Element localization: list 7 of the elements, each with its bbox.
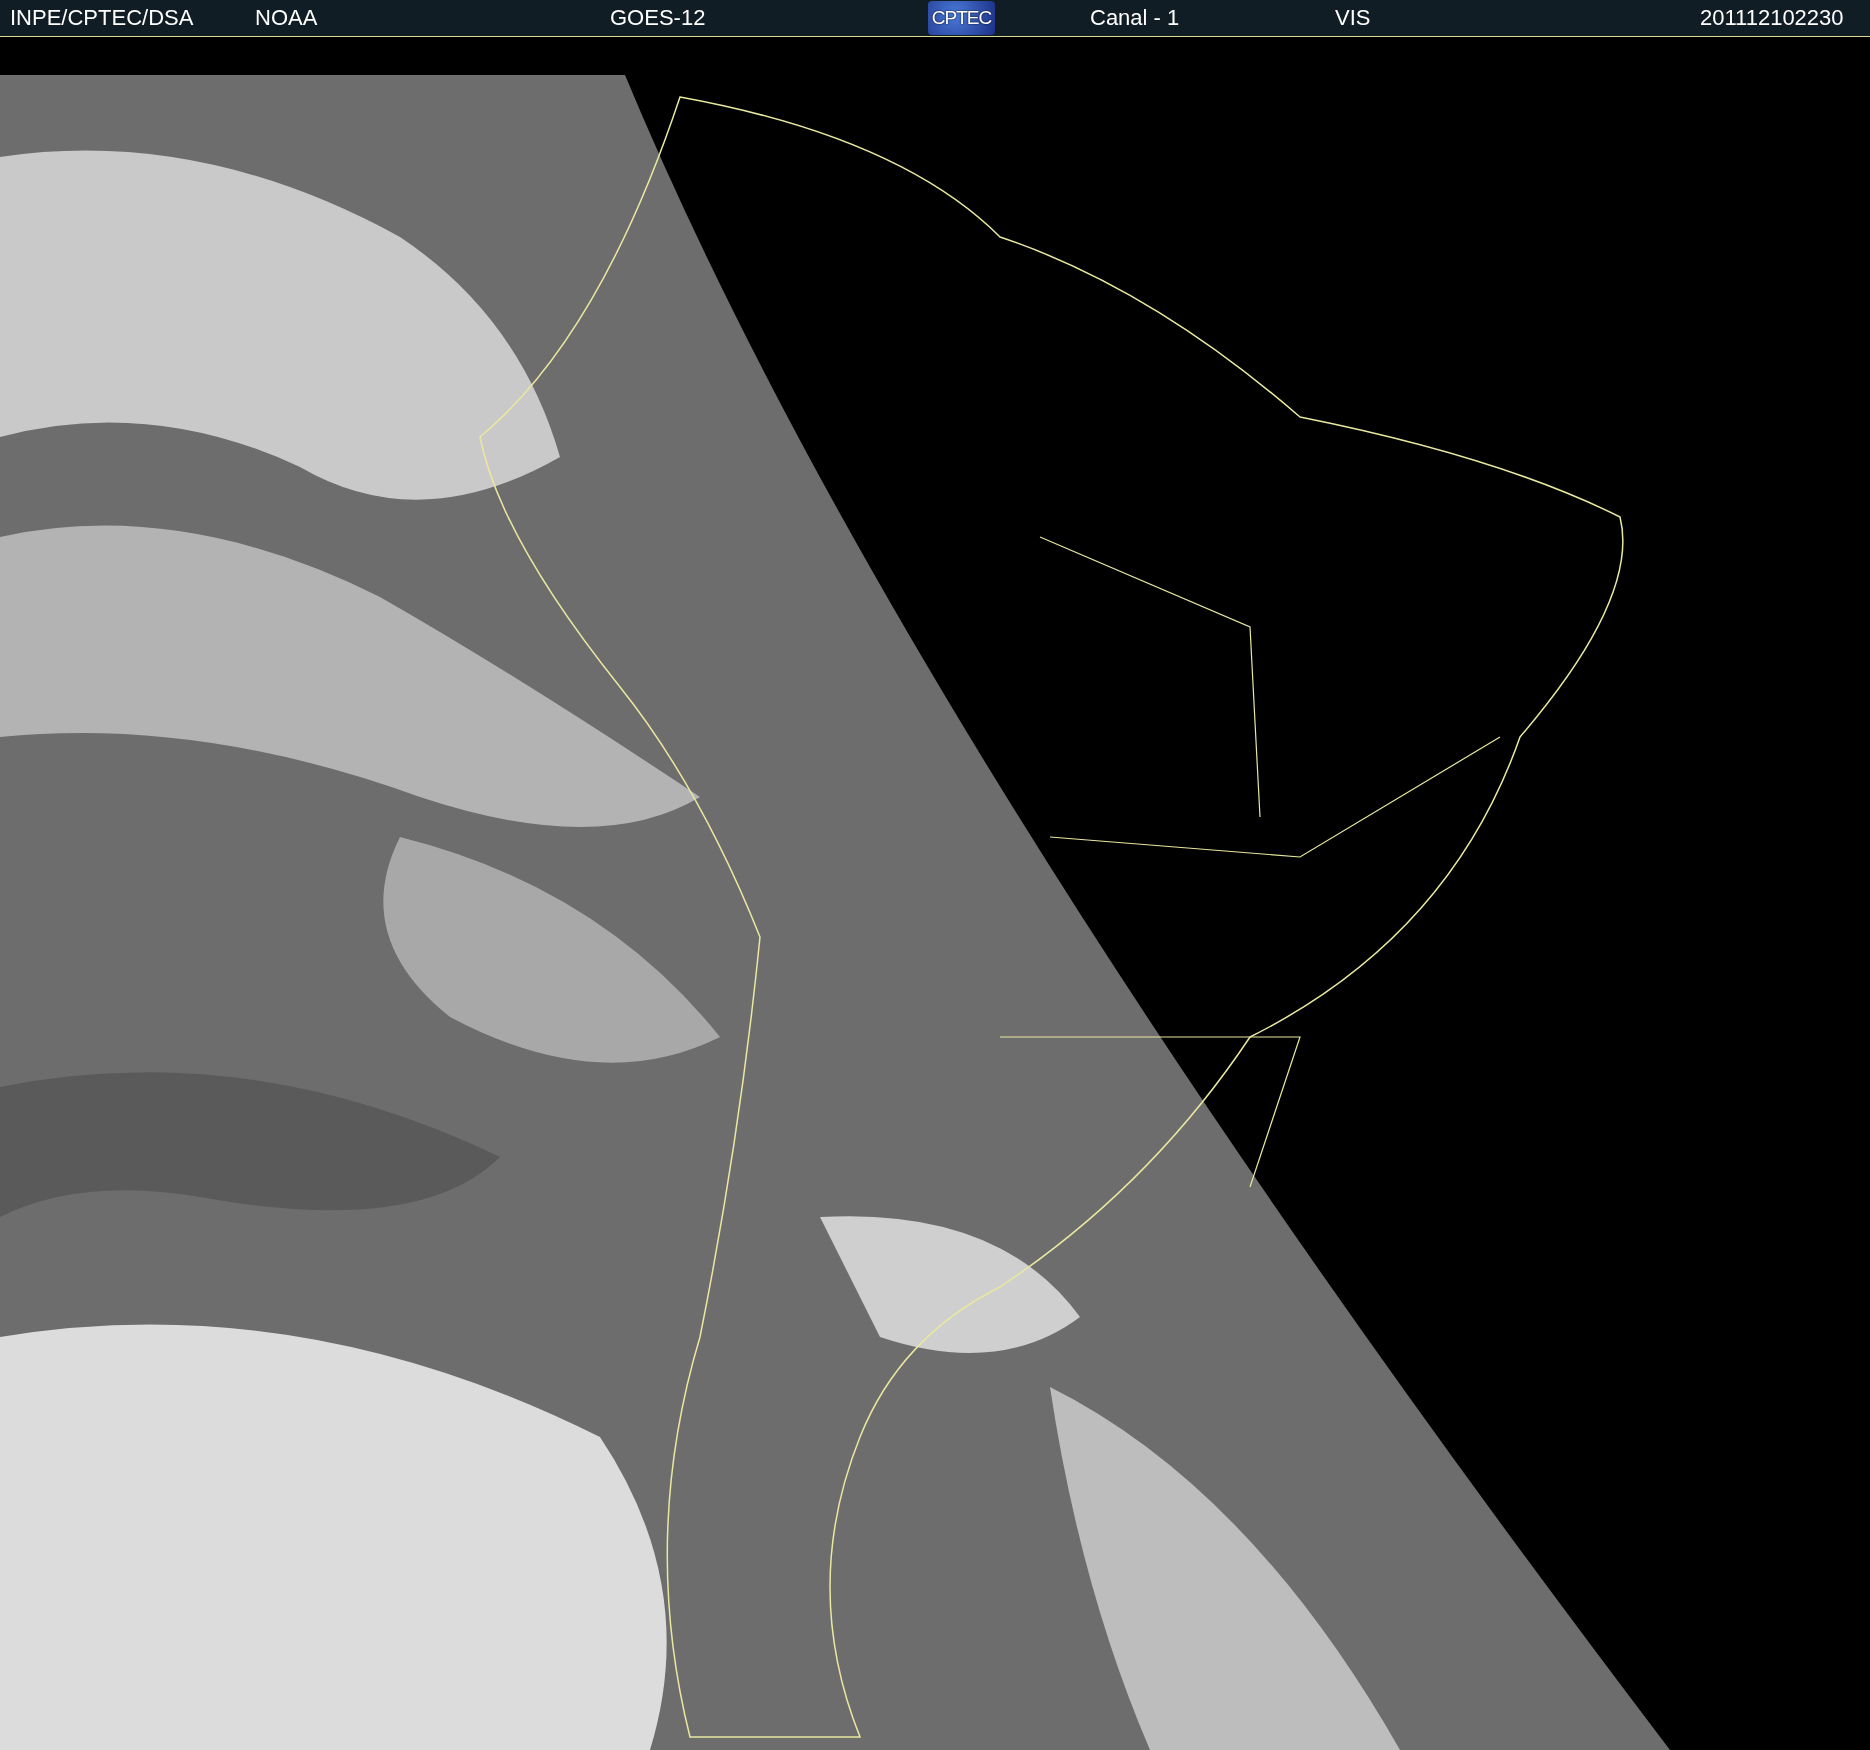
band-label: VIS <box>1335 5 1372 31</box>
timestamp-label: 201112102230 <box>1700 5 1845 31</box>
satellite-label: GOES-12 <box>610 5 707 31</box>
channel-label: Canal - 1 <box>1090 5 1181 31</box>
agency-label: NOAA <box>255 5 319 31</box>
logo: CPTEC <box>928 1 995 35</box>
source-label: INPE/CPTEC/DSA <box>10 5 195 31</box>
